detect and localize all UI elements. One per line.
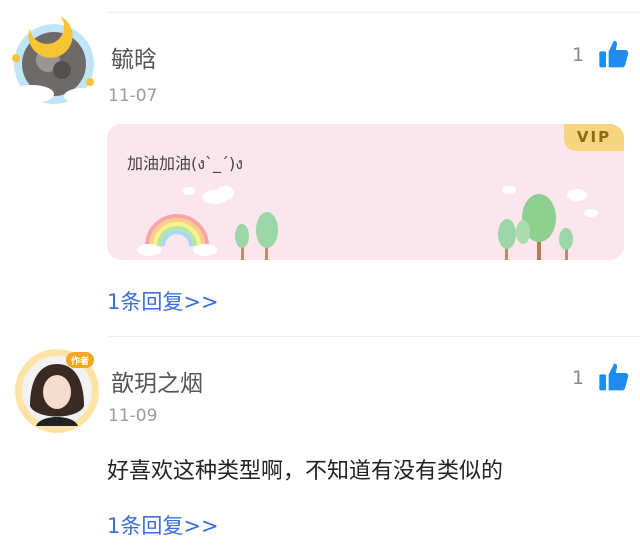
like-count: 1 [572, 44, 585, 66]
comment-date: 11-07 [108, 86, 158, 106]
comment-text: 加油加油(ง`_´)ง [127, 154, 244, 173]
vip-comment-card: VIP 加油加油(ง`_´)ง [107, 124, 624, 260]
like-count: 1 [572, 367, 585, 389]
author-badge: 作者 [70, 357, 89, 367]
vip-badge: VIP [564, 124, 624, 151]
reply-count-link[interactable]: 1条回复>> [107, 510, 219, 540]
comment-username[interactable]: 毓晗 [111, 40, 157, 74]
like-thumb-icon[interactable] [598, 38, 630, 70]
reply-count-link[interactable]: 1条回复>> [107, 286, 219, 316]
comment-username[interactable]: 歆玥之烟 [111, 364, 203, 398]
like-thumb-icon[interactable] [598, 361, 630, 393]
user-avatar-moon-frame[interactable] [2, 8, 106, 112]
comment-text: 好喜欢这种类型啊，不知道有没有类似的 [107, 459, 504, 484]
top-divider [107, 12, 640, 13]
comment-divider [107, 336, 640, 337]
comment-date: 11-09 [108, 406, 158, 426]
vip-card-scenery [137, 186, 598, 260]
